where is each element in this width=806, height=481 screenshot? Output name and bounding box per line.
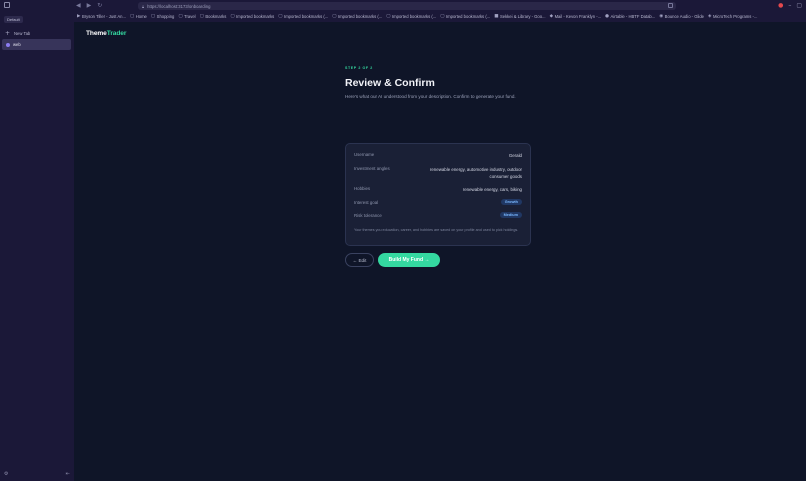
- bookmark-label: Bounce Audio - Glide: [664, 14, 705, 19]
- bookmark-label: Travel: [184, 14, 196, 19]
- bookmark-icon: ▢: [199, 14, 204, 19]
- extensions-icon[interactable]: [668, 3, 673, 8]
- reload-icon[interactable]: ↻: [97, 1, 102, 10]
- bookmark-icon: ▢: [129, 14, 135, 19]
- bookmark-item[interactable]: ◉ Bounce Audio - Glide: [659, 14, 704, 19]
- bookmarks-bar: ▶ Bryson Tiller - Just An... ▢ Home ▢ Shoppin…: [74, 11, 806, 22]
- bookmark-icon: ▢: [440, 14, 445, 19]
- favicon-icon: [6, 42, 10, 47]
- row-label: Hobbies: [354, 186, 371, 191]
- row-value: Gerald: [508, 153, 522, 158]
- bookmark-label: Mail - Kevon Franklyn -...: [554, 14, 602, 19]
- bookmark-label: Home: [135, 14, 147, 19]
- page-viewport: ThemeTrader STEP 2 OF 2 Review & Confirm…: [74, 22, 806, 481]
- forward-icon[interactable]: ▶: [87, 1, 92, 10]
- row-label: Risk tolerance: [354, 213, 382, 218]
- bookmark-icon: ▢: [386, 14, 391, 19]
- close-icon[interactable]: ●: [778, 1, 783, 10]
- bookmark-label: Imported bookmarks (...: [284, 14, 329, 19]
- address-bar[interactable]: 🔒︎ https://localhost:3173/onboarding: [138, 2, 676, 10]
- new-tab-button[interactable]: + New Tab: [5, 30, 30, 37]
- bookmark-icon: ▢: [278, 14, 283, 19]
- bookmark-label: Bryson Tiller - Just An...: [81, 14, 126, 19]
- bookmark-icon: ▢: [178, 14, 183, 19]
- bookmark-item[interactable]: ▢ Imported bookmarks (...: [386, 14, 436, 19]
- bookmark-label: Imported bookmarks (...: [338, 14, 383, 19]
- profile-chip[interactable]: Default: [4, 16, 23, 23]
- row-label: Interest goal: [354, 200, 379, 205]
- bookmark-item[interactable]: ● Airtable - HBTF Datab...: [605, 14, 655, 19]
- bookmark-item[interactable]: ▢ Travel: [178, 14, 195, 19]
- back-icon[interactable]: ◀: [76, 1, 81, 10]
- browser-toolbar: ◀ ▶ ↻ 🔒︎ https://localhost:3173/onboardi…: [0, 0, 806, 11]
- url-text[interactable]: https://localhost:3173/onboarding: [147, 4, 210, 9]
- browser-sidebar: Default + New Tab web ⚙ ⇤: [0, 11, 74, 481]
- page-title: Review & Confirm: [345, 77, 435, 89]
- bookmark-item[interactable]: ▢ Home: [130, 14, 147, 19]
- bookmark-label: Imported bookmarks: [236, 14, 275, 19]
- plus-icon: +: [5, 30, 11, 37]
- tab-label: web: [13, 42, 21, 47]
- bookmark-item[interactable]: ▢ Imported bookmarks (...: [332, 14, 382, 19]
- bookmark-icon: ■: [494, 14, 499, 19]
- bookmark-item[interactable]: ■ Sekkei & Library - Goo...: [494, 14, 545, 19]
- bookmark-item[interactable]: ▢ Imported bookmarks: [230, 14, 274, 19]
- edit-button[interactable]: ← Edit: [345, 253, 374, 267]
- tab-web[interactable]: web: [2, 39, 71, 50]
- minimize-icon[interactable]: –: [788, 1, 791, 10]
- bookmark-icon: ▢: [332, 14, 337, 19]
- goal-badge: Growth: [500, 198, 522, 206]
- card-footnote: Your themes you education, career, and h…: [354, 228, 519, 232]
- bookmark-item[interactable]: ▢ Imported bookmarks (...: [278, 14, 328, 19]
- row-label: Investment angles: [354, 166, 390, 171]
- step-indicator: STEP 2 OF 2: [345, 66, 373, 70]
- bookmark-item[interactable]: ▢ Shopping: [151, 14, 174, 19]
- bookmark-item[interactable]: ◆ Mail - Kevon Franklyn -...: [550, 14, 602, 19]
- row-label: Username: [354, 152, 375, 157]
- summary-card: Username Gerald Investment angles renewa…: [345, 143, 531, 246]
- row-value: renewable energy, cars, biking: [462, 187, 522, 192]
- bookmark-label: Shopping: [156, 14, 175, 19]
- maximize-icon[interactable]: ▢: [796, 1, 802, 10]
- bookmark-label: MicroTech Programs -...: [712, 14, 758, 19]
- action-bar: ← Edit Build My Fund →: [345, 253, 440, 267]
- bookmark-item[interactable]: ▢ Imported bookmarks (...: [440, 14, 490, 19]
- bookmark-icon: ▶: [77, 14, 81, 19]
- risk-badge: Medium: [499, 211, 522, 219]
- navigation-controls: ◀ ▶ ↻: [76, 1, 102, 10]
- bookmark-icon: ▢: [230, 14, 235, 19]
- review-section: STEP 2 OF 2 Review & Confirm Here's what…: [345, 66, 531, 267]
- bookmark-item[interactable]: ▶ Bryson Tiller - Just An...: [77, 14, 126, 19]
- row-value: renewable energy, automotive industry, o…: [429, 167, 522, 180]
- bookmark-icon: ◉: [659, 14, 664, 19]
- settings-icon[interactable]: ⚙: [4, 471, 8, 477]
- build-fund-button[interactable]: Build My Fund →: [378, 253, 440, 267]
- bookmark-icon: ◆: [549, 14, 554, 19]
- bookmark-icon: ●: [605, 14, 610, 19]
- bookmark-label: Sekkei & Library - Goo...: [499, 14, 546, 19]
- bookmark-label: Bookmarks: [205, 14, 227, 19]
- bookmark-icon: ◈: [708, 14, 712, 19]
- bookmark-label: Airtable - HBTF Datab...: [610, 14, 656, 19]
- sidebar-collapse-icon[interactable]: ⇤: [66, 471, 70, 477]
- bookmark-label: Imported bookmarks (...: [392, 14, 437, 19]
- bookmark-item[interactable]: ◈ MicroTech Programs -...: [708, 14, 757, 19]
- new-tab-label: New Tab: [14, 31, 31, 36]
- bookmark-item[interactable]: ▢ Bookmarks: [200, 14, 227, 19]
- page-subtitle: Here's what our AI understood from your …: [345, 94, 516, 99]
- lock-icon: 🔒︎: [142, 3, 145, 9]
- app-logo[interactable]: ThemeTrader: [86, 30, 126, 37]
- window-controls: ● – ▢: [778, 1, 802, 10]
- bookmark-label: Imported bookmarks (...: [445, 14, 491, 19]
- bookmark-icon: ▢: [150, 14, 156, 19]
- sidebar-toggle-icon[interactable]: [4, 2, 10, 8]
